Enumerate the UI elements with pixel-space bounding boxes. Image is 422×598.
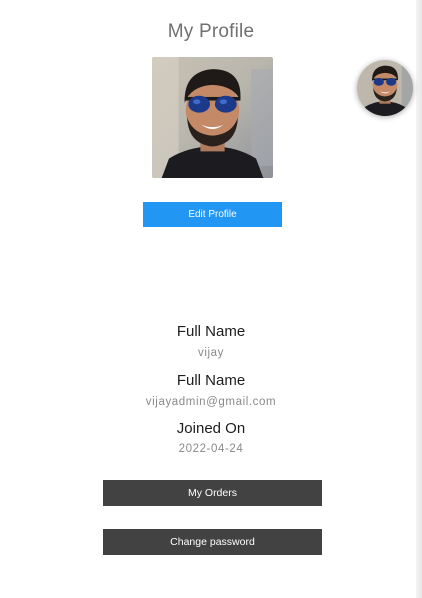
joined-on-value: 2022-04-24 (178, 443, 244, 455)
full-name-value: vijay (197, 347, 224, 359)
email-value: vijayadmin@gmail.com (145, 396, 277, 408)
user-avatar-icon[interactable] (357, 60, 413, 116)
email-label: Full Name (176, 372, 246, 389)
my-orders-button[interactable]: My Orders (103, 480, 322, 506)
page-edge-divider (416, 0, 422, 598)
page-title: My Profile (167, 21, 255, 42)
change-password-button[interactable]: Change password (103, 529, 322, 555)
profile-photo (152, 57, 273, 178)
joined-on-label: Joined On (176, 420, 246, 437)
full-name-label: Full Name (176, 323, 246, 340)
edit-profile-button[interactable]: Edit Profile (143, 202, 282, 227)
